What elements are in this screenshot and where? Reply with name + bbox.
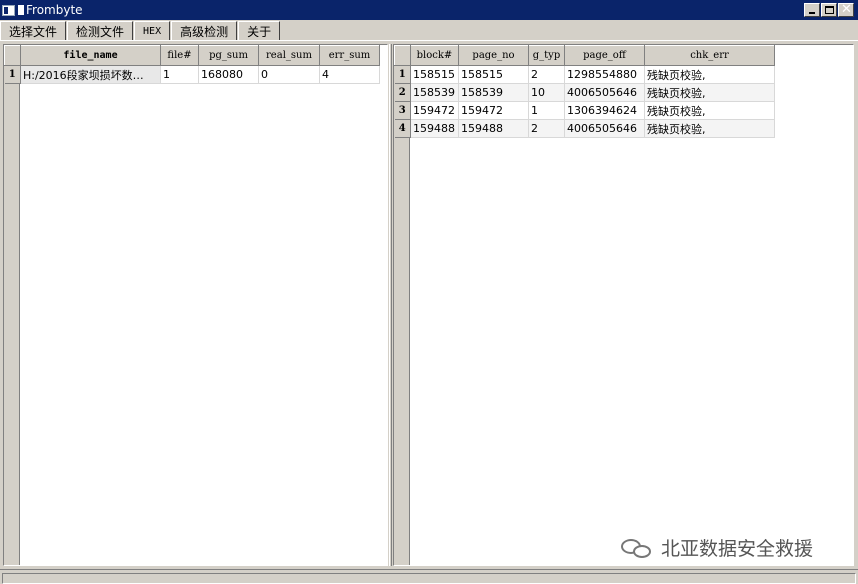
- tab-hex[interactable]: HEX: [134, 21, 171, 41]
- corner-cell[interactable]: [4, 45, 21, 66]
- column-header-err-sum[interactable]: err_sum: [319, 45, 380, 66]
- cell-page-no[interactable]: 158515: [458, 65, 529, 84]
- file-summary-grid[interactable]: file_name file# pg_sum real_sum err_sum …: [3, 44, 388, 566]
- table-row[interactable]: 4 159488 159488 2 4006505646 残缺页校验,: [394, 119, 775, 138]
- cell-page-off[interactable]: 1306394624: [564, 101, 645, 120]
- app-icon: [2, 4, 15, 16]
- watermark: 北亚数据安全救援: [621, 534, 813, 561]
- cell-chk-err[interactable]: 残缺页校验,: [644, 119, 775, 138]
- table-row[interactable]: 1 158515 158515 2 1298554880 残缺页校验,: [394, 65, 775, 84]
- cell-chk-err[interactable]: 残缺页校验,: [644, 101, 775, 120]
- header-row: block# page_no g_typ page_off chk_err: [394, 45, 775, 66]
- column-header-pg-sum[interactable]: pg_sum: [198, 45, 259, 66]
- cell-real-sum[interactable]: 0: [258, 65, 320, 84]
- cell-block[interactable]: 158515: [410, 65, 459, 84]
- column-header-page-off[interactable]: page_off: [564, 45, 645, 66]
- status-bar: [0, 569, 858, 584]
- cell-block[interactable]: 159472: [410, 101, 459, 120]
- table-row[interactable]: 2 158539 158539 10 4006505646 残缺页校验,: [394, 83, 775, 102]
- cell-err-sum[interactable]: 4: [319, 65, 380, 84]
- table-row[interactable]: 1 H:/2016段家坝损坏数… 1 168080 0 4: [4, 65, 380, 84]
- row-header-column: [4, 45, 20, 565]
- tab-divider: [0, 40, 858, 41]
- cell-g-typ[interactable]: 1: [528, 101, 565, 120]
- error-detail-table: block# page_no g_typ page_off chk_err 1 …: [394, 45, 775, 138]
- cell-g-typ[interactable]: 2: [528, 65, 565, 84]
- cell-g-typ[interactable]: 2: [528, 119, 565, 138]
- cell-block[interactable]: 158539: [410, 83, 459, 102]
- wechat-icon: [621, 537, 655, 559]
- file-summary-table: file_name file# pg_sum real_sum err_sum …: [4, 45, 380, 84]
- header-row: file_name file# pg_sum real_sum err_sum: [4, 45, 380, 66]
- tab-about[interactable]: 关于: [238, 21, 281, 41]
- cell-pg-sum[interactable]: 168080: [198, 65, 259, 84]
- close-icon: ✕: [841, 2, 852, 17]
- table-row[interactable]: 3 159472 159472 1 1306394624 残缺页校验,: [394, 101, 775, 120]
- row-header[interactable]: 1: [4, 65, 21, 84]
- cell-page-off[interactable]: 1298554880: [564, 65, 645, 84]
- error-detail-grid[interactable]: block# page_no g_typ page_off chk_err 1 …: [393, 44, 854, 566]
- cell-page-no[interactable]: 159488: [458, 119, 529, 138]
- row-header[interactable]: 4: [394, 119, 411, 138]
- close-button[interactable]: ✕: [838, 3, 854, 17]
- cell-chk-err[interactable]: 残缺页校验,: [644, 65, 775, 84]
- cell-page-off[interactable]: 4006505646: [564, 119, 645, 138]
- watermark-text: 北亚数据安全救援: [661, 538, 814, 560]
- app-window: Frombyte ✕ 选择文件 检测文件 HEX 高级检测 关于 file_na…: [0, 0, 858, 584]
- column-header-block[interactable]: block#: [410, 45, 459, 66]
- minimize-icon: [809, 12, 815, 14]
- cell-page-no[interactable]: 159472: [458, 101, 529, 120]
- tab-select-file[interactable]: 选择文件: [0, 21, 67, 41]
- minimize-button[interactable]: [804, 3, 820, 17]
- pane-splitter[interactable]: [389, 44, 392, 566]
- maximize-icon: [825, 6, 834, 14]
- cell-chk-err[interactable]: 残缺页校验,: [644, 83, 775, 102]
- tab-check-file[interactable]: 检测文件: [67, 21, 134, 41]
- app-icon-secondary: [18, 5, 24, 15]
- column-header-page-no[interactable]: page_no: [458, 45, 529, 66]
- column-header-real-sum[interactable]: real_sum: [258, 45, 320, 66]
- maximize-button[interactable]: [821, 3, 837, 17]
- cell-file-no[interactable]: 1: [160, 65, 199, 84]
- column-header-g-typ[interactable]: g_typ: [528, 45, 565, 66]
- column-header-file-no[interactable]: file#: [160, 45, 199, 66]
- tab-advanced-check[interactable]: 高级检测: [171, 21, 238, 41]
- row-header[interactable]: 2: [394, 83, 411, 102]
- title-bar[interactable]: Frombyte ✕: [0, 0, 858, 20]
- corner-cell[interactable]: [394, 45, 411, 66]
- cell-block[interactable]: 159488: [410, 119, 459, 138]
- window-controls: ✕: [804, 3, 854, 17]
- row-header[interactable]: 3: [394, 101, 411, 120]
- column-header-file-name[interactable]: file_name: [20, 45, 161, 66]
- cell-g-typ[interactable]: 10: [528, 83, 565, 102]
- tab-bar: 选择文件 检测文件 HEX 高级检测 关于: [0, 21, 281, 41]
- column-header-chk-err[interactable]: chk_err: [644, 45, 775, 66]
- cell-page-no[interactable]: 158539: [458, 83, 529, 102]
- row-header[interactable]: 1: [394, 65, 411, 84]
- cell-page-off[interactable]: 4006505646: [564, 83, 645, 102]
- window-title: Frombyte: [26, 3, 83, 17]
- cell-file-name[interactable]: H:/2016段家坝损坏数…: [20, 65, 161, 84]
